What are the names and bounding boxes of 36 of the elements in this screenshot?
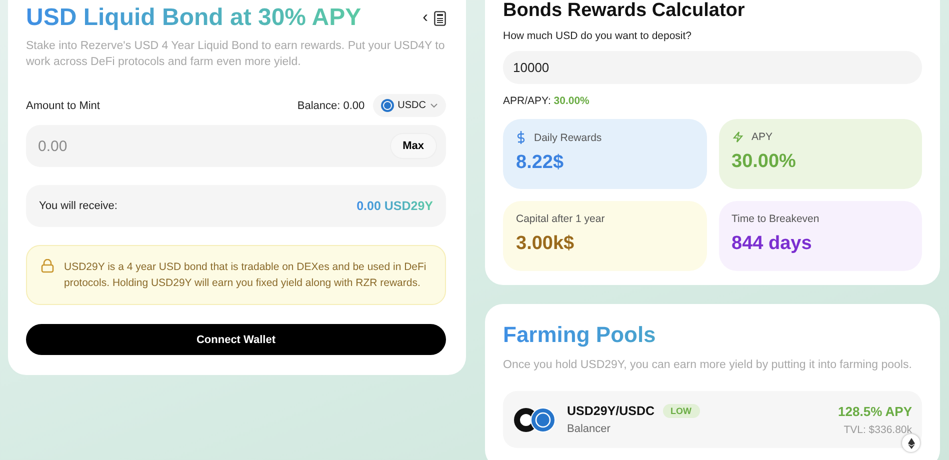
lock-icon bbox=[41, 259, 54, 273]
stat-label: Daily Rewards bbox=[534, 132, 602, 144]
notice-text: USD29Y is a 4 year USD bond that is tradable on DEXes and be used in DeFi protocols. Holding USD29Y will earn you fixed yield along with RZR rewards. bbox=[64, 260, 428, 291]
stat-label: Capital after 1 year bbox=[516, 213, 605, 225]
pool-tvl: TVL: $336.80k bbox=[844, 424, 912, 436]
amount-field[interactable]: 0.00 Max bbox=[26, 125, 446, 167]
stat-value: 3.00k$ bbox=[516, 233, 576, 255]
token-select[interactable]: USDC bbox=[372, 94, 446, 117]
pool-apy: 128.5% APY bbox=[838, 404, 912, 418]
pool-name: USD29Y/USDC bbox=[567, 404, 655, 418]
receive-value: 0.00 USD29Y bbox=[356, 199, 433, 213]
deposit-field[interactable]: 10000 bbox=[503, 51, 922, 84]
stat-value: 844 days bbox=[732, 233, 813, 255]
coin-icon bbox=[380, 99, 394, 112]
calculator-title: Bonds Rewards Calculator bbox=[503, 0, 746, 22]
chain-icon bbox=[902, 434, 920, 452]
apr-text: APR/APY: 30.00% bbox=[503, 95, 590, 107]
connect-wallet-button[interactable]: Connect Wallet bbox=[26, 324, 446, 355]
token-pair-icon bbox=[513, 406, 557, 432]
stat-label: APY bbox=[752, 131, 773, 143]
back-button[interactable]: ‹ bbox=[422, 9, 428, 27]
balance-text: Balance: 0.00 bbox=[297, 100, 365, 112]
max-button[interactable]: Max bbox=[390, 134, 436, 158]
deposit-question: How much USD do you want to deposit? bbox=[503, 30, 693, 42]
stat-value: 30.00% bbox=[732, 151, 797, 173]
amount-label: Amount to Mint bbox=[26, 100, 100, 112]
bond-description: Stake into Rezerve's USD 4 Year Liquid Bond to earn rewards. Put your USD4Y to work across DeFi protocols and farm even more yield. bbox=[26, 39, 446, 70]
farming-description: Once you hold USD29Y, you can earn more yield by putting it into farming pools. bbox=[503, 358, 913, 373]
receive-label: You will receive: bbox=[39, 200, 118, 212]
stat-label: Time to Breakeven bbox=[732, 213, 820, 225]
chevron-down-icon bbox=[430, 103, 438, 108]
risk-badge: LOW bbox=[662, 404, 700, 418]
dollar-icon bbox=[516, 131, 526, 144]
pool-protocol: Balancer bbox=[567, 423, 612, 435]
stat-value: 8.22$ bbox=[516, 152, 565, 174]
bolt-icon bbox=[732, 131, 744, 143]
